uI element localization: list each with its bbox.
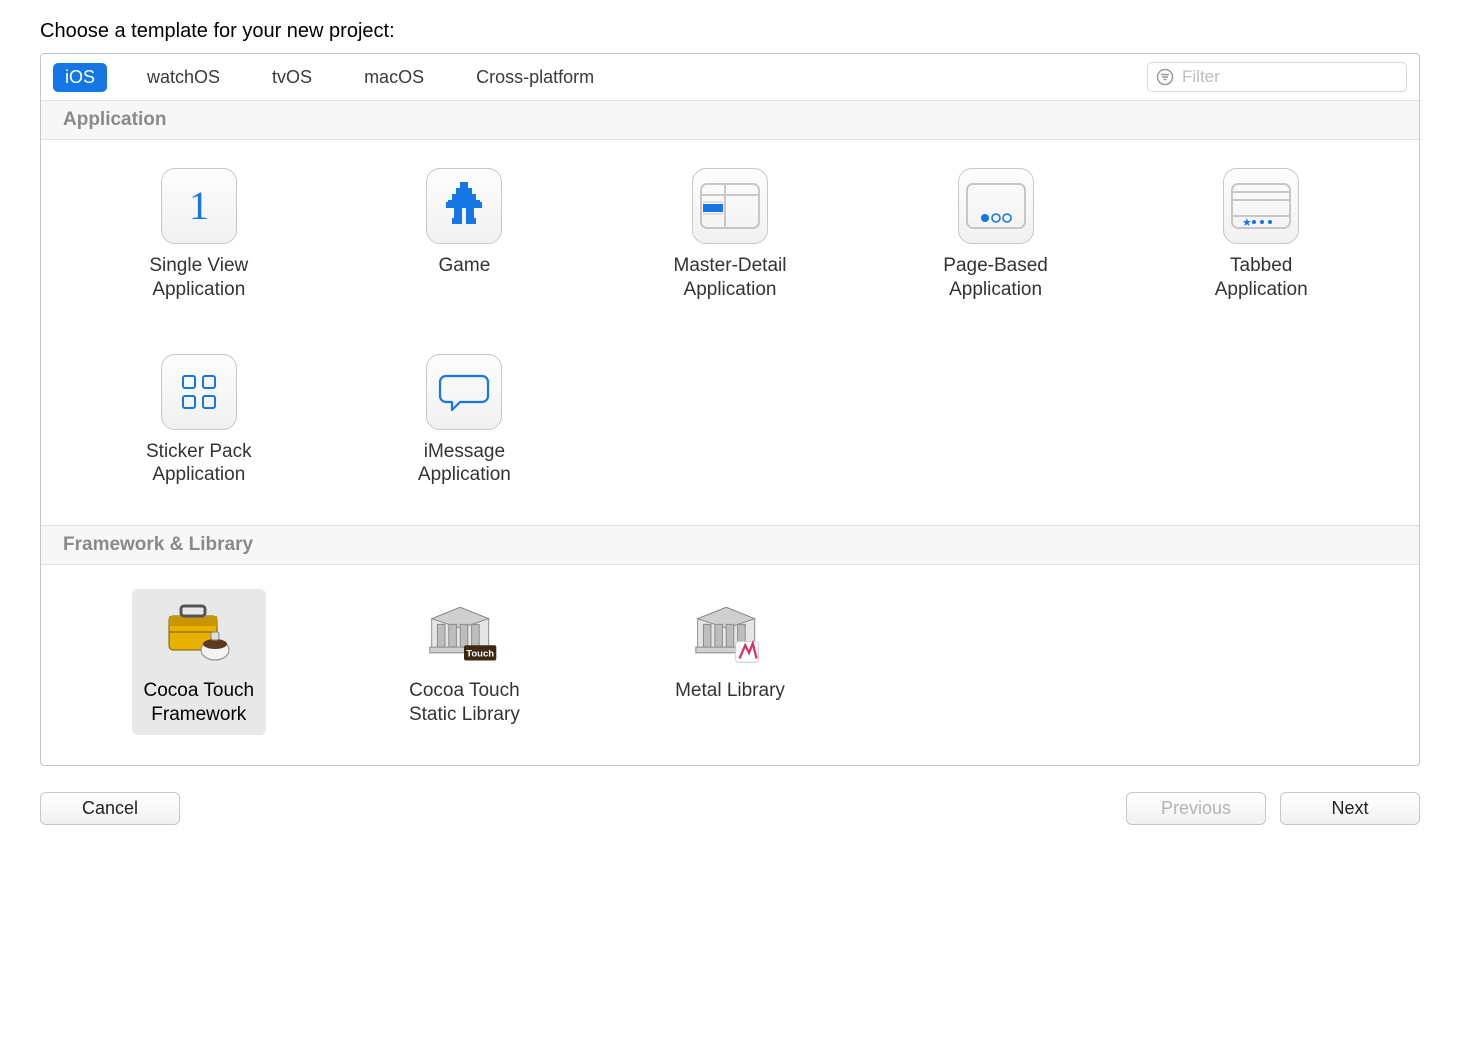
template-item[interactable]: 1 Single View Application [71, 158, 327, 316]
template-label: Metal Library [675, 679, 785, 703]
template-panel: iOS watchOS tvOS macOS Cross-platform Applic… [40, 53, 1420, 766]
template-item[interactable]: Cocoa Touch Framework [71, 583, 327, 741]
template-item[interactable]: Page-Based Application [868, 158, 1124, 316]
template-label: Sticker Pack Application [146, 440, 252, 488]
section-header: Framework & Library [41, 525, 1419, 565]
template-label: Tabbed Application [1215, 254, 1308, 302]
section-header: Application [41, 101, 1419, 140]
imessage-icon [426, 354, 502, 430]
sticker-pack-icon [161, 354, 237, 430]
filter-icon [1156, 68, 1174, 86]
game-icon [426, 168, 502, 244]
template-item[interactable]: Touch Cocoa Touch Static Library [337, 583, 593, 741]
filter-field[interactable] [1147, 62, 1407, 92]
cancel-button[interactable]: Cancel [40, 792, 180, 825]
svg-text:Touch: Touch [467, 649, 495, 660]
template-grid: Cocoa Touch Framework Touch Cocoa Touch … [41, 565, 1419, 765]
toolbox-icon [161, 593, 237, 669]
template-grid: 1 Single View Application Game Master-Detai… [41, 140, 1419, 525]
template-item[interactable]: iMessage Application [337, 344, 593, 502]
template-label: Cocoa Touch Static Library [409, 679, 520, 727]
template-label: Single View Application [149, 254, 248, 302]
template-label: Cocoa Touch Framework [144, 679, 255, 727]
platform-tab-ios[interactable]: iOS [53, 63, 107, 92]
previous-button: Previous [1126, 792, 1266, 825]
platform-tab-watchos[interactable]: watchOS [135, 63, 232, 92]
template-label: Game [439, 254, 491, 278]
dialog-footer: Cancel Previous Next [40, 792, 1420, 825]
page-based-icon [958, 168, 1034, 244]
svg-text:★: ★ [1242, 217, 1252, 229]
master-detail-icon [692, 168, 768, 244]
template-label: Master-Detail Application [674, 254, 787, 302]
library-touch-icon: Touch [426, 593, 502, 669]
platform-tab-cross-platform[interactable]: Cross-platform [464, 63, 606, 92]
template-item[interactable]: Sticker Pack Application [71, 344, 327, 502]
tabbed-icon: ★ [1223, 168, 1299, 244]
platform-tab-tvos[interactable]: tvOS [260, 63, 324, 92]
template-item[interactable]: Game [337, 158, 593, 316]
template-label: Page-Based Application [943, 254, 1048, 302]
template-item[interactable]: ★ Tabbed Application [1133, 158, 1389, 316]
template-item[interactable]: Metal Library [602, 583, 858, 741]
platform-tabbar: iOS watchOS tvOS macOS Cross-platform [41, 54, 1419, 101]
template-item[interactable]: Master-Detail Application [602, 158, 858, 316]
library-metal-icon [692, 593, 768, 669]
single-view-icon: 1 [161, 168, 237, 244]
svg-text:1: 1 [189, 183, 209, 228]
platform-tab-macos[interactable]: macOS [352, 63, 436, 92]
next-button[interactable]: Next [1280, 792, 1420, 825]
dialog-title: Choose a template for your new project: [40, 20, 1420, 43]
template-label: iMessage Application [418, 440, 511, 488]
filter-input[interactable] [1180, 66, 1405, 88]
